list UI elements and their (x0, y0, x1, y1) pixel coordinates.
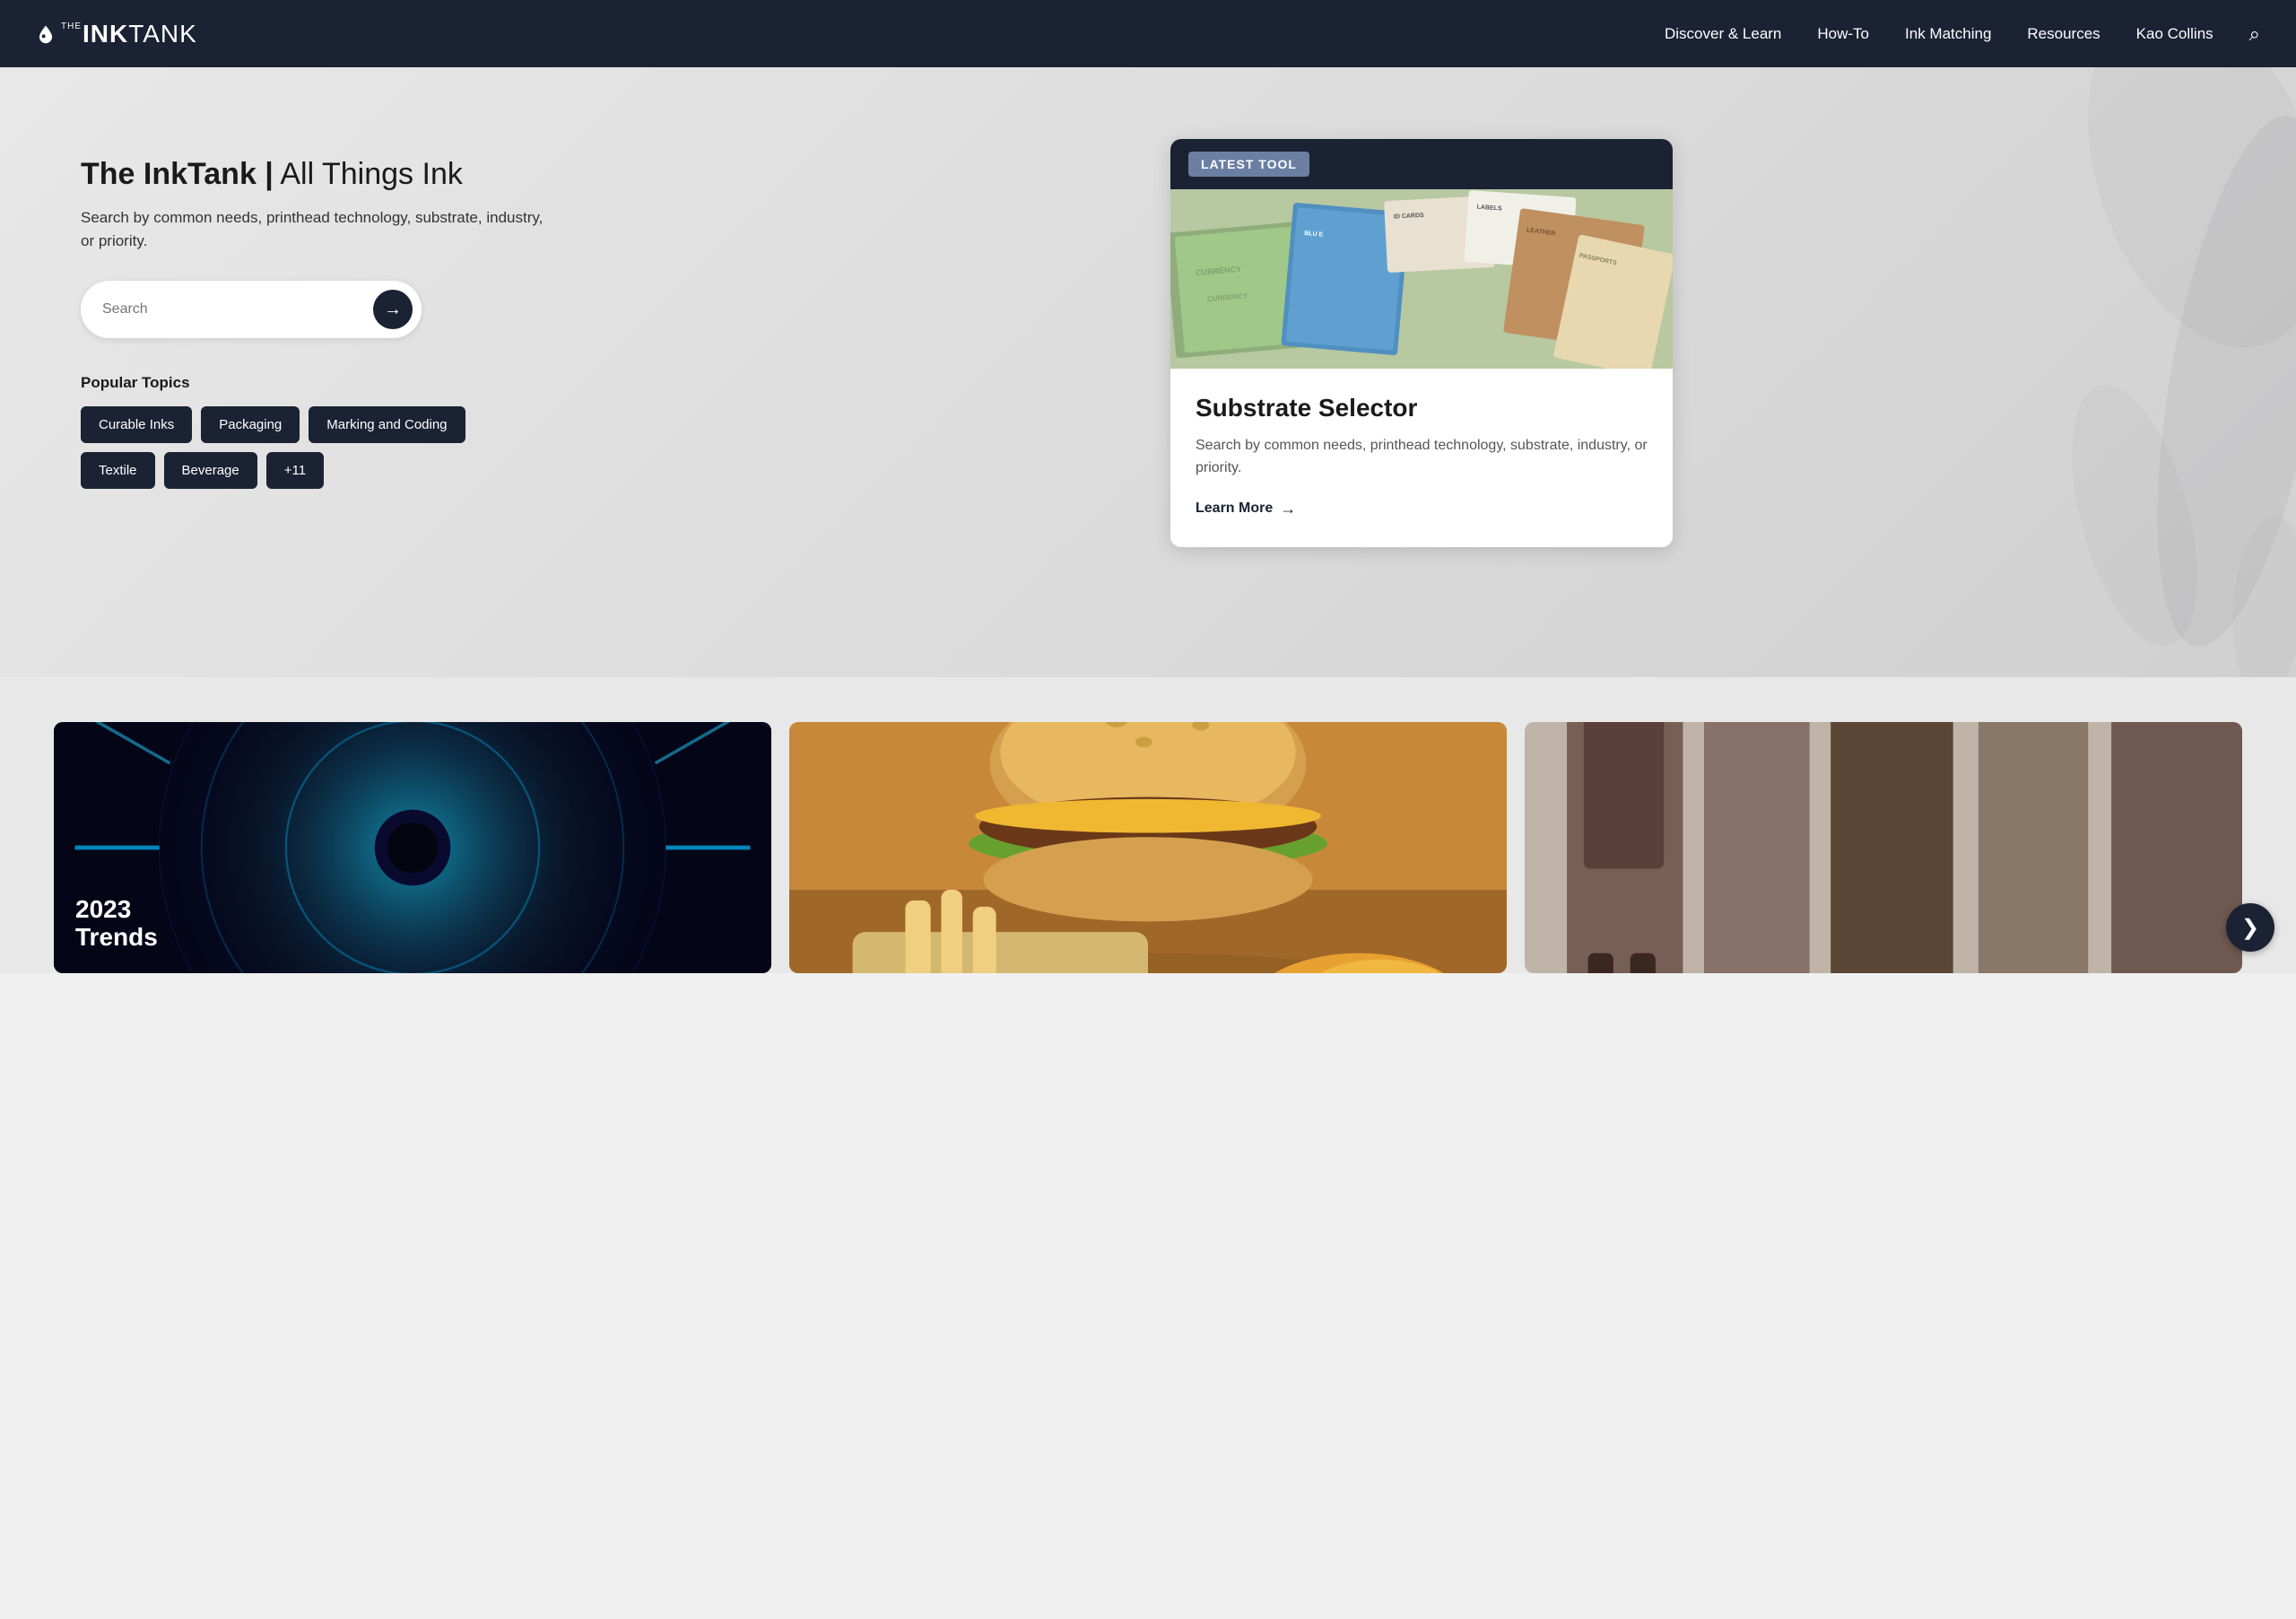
topic-packaging[interactable]: Packaging (201, 406, 300, 443)
bottom-card-trends[interactable]: 2023 Trends (54, 722, 771, 973)
bottom-card-burger[interactable] (789, 722, 1507, 973)
tool-card-header: LATEST TOOL (1170, 139, 1673, 189)
nav-ink-matching[interactable]: Ink Matching (1905, 25, 1991, 43)
nav-discover-learn[interactable]: Discover & Learn (1665, 25, 1781, 43)
logo-inktank-text: INKTANK (83, 20, 197, 48)
trends-text: 2023 Trends (75, 896, 158, 952)
logo[interactable]: THE INKTANK (36, 20, 197, 48)
topic-marking-coding[interactable]: Marking and Coding (309, 406, 465, 443)
topic-curable-inks[interactable]: Curable Inks (81, 406, 192, 443)
nav-kao-collins[interactable]: Kao Collins (2136, 25, 2213, 43)
tool-card-title: Substrate Selector (1196, 394, 1648, 422)
learn-more-link[interactable]: Learn More → (1196, 500, 1296, 518)
topic-textile[interactable]: Textile (81, 452, 155, 489)
popular-topics: Popular Topics Curable Inks Packaging Ma… (81, 374, 547, 489)
nav-resources[interactable]: Resources (2027, 25, 2100, 43)
search-bar: → (81, 281, 422, 338)
fireworks-visual (54, 722, 771, 973)
logo-the-text: THE (61, 22, 82, 31)
hero-section: The InkTank | All Things Ink Search by c… (0, 67, 2296, 677)
hero-left-panel: The InkTank | All Things Ink Search by c… (81, 139, 547, 489)
learn-more-label: Learn More (1196, 500, 1273, 517)
search-button[interactable]: → (373, 290, 413, 329)
hero-title: The InkTank | All Things Ink (81, 157, 547, 192)
ink-splash-decoration (1955, 67, 2296, 677)
hero-subtitle: Search by common needs, printhead techno… (81, 206, 547, 252)
tool-card: LATEST TOOL CURRENCY BLU E ID (1170, 139, 1673, 547)
topics-grid: Curable Inks Packaging Marking and Codin… (81, 406, 547, 489)
fireworks-bg: 2023 Trends (54, 722, 771, 973)
nav-links: Discover & Learn How-To Ink Matching Res… (1665, 22, 2260, 46)
tool-card-description: Search by common needs, printhead techno… (1196, 435, 1648, 480)
burger-visual (789, 722, 1507, 973)
tool-card-image: CURRENCY BLU E ID CARDS LABELS LEATHER (1170, 189, 1673, 369)
tool-card-body: Substrate Selector Search by common need… (1170, 369, 1673, 547)
popular-topics-label: Popular Topics (81, 374, 547, 392)
topic-more[interactable]: +11 (266, 452, 324, 489)
bottom-section: 2023 Trends (0, 677, 2296, 973)
latest-tool-badge: LATEST TOOL (1188, 152, 1309, 177)
fashion-visual (1525, 722, 2242, 973)
logo-drop-icon (36, 24, 56, 44)
carousel-next-button[interactable]: ❯ (2226, 903, 2274, 952)
substrate-image: CURRENCY BLU E ID CARDS LABELS LEATHER (1170, 189, 1673, 369)
learn-more-arrow-icon: → (1280, 500, 1296, 518)
navbar: THE INKTANK Discover & Learn How-To Ink … (0, 0, 2296, 67)
search-input[interactable] (102, 301, 373, 318)
topic-beverage[interactable]: Beverage (164, 452, 257, 489)
nav-how-to[interactable]: How-To (1817, 25, 1869, 43)
bottom-card-fashion[interactable] (1525, 722, 2242, 973)
search-icon[interactable]: ⌕ (2249, 22, 2260, 46)
